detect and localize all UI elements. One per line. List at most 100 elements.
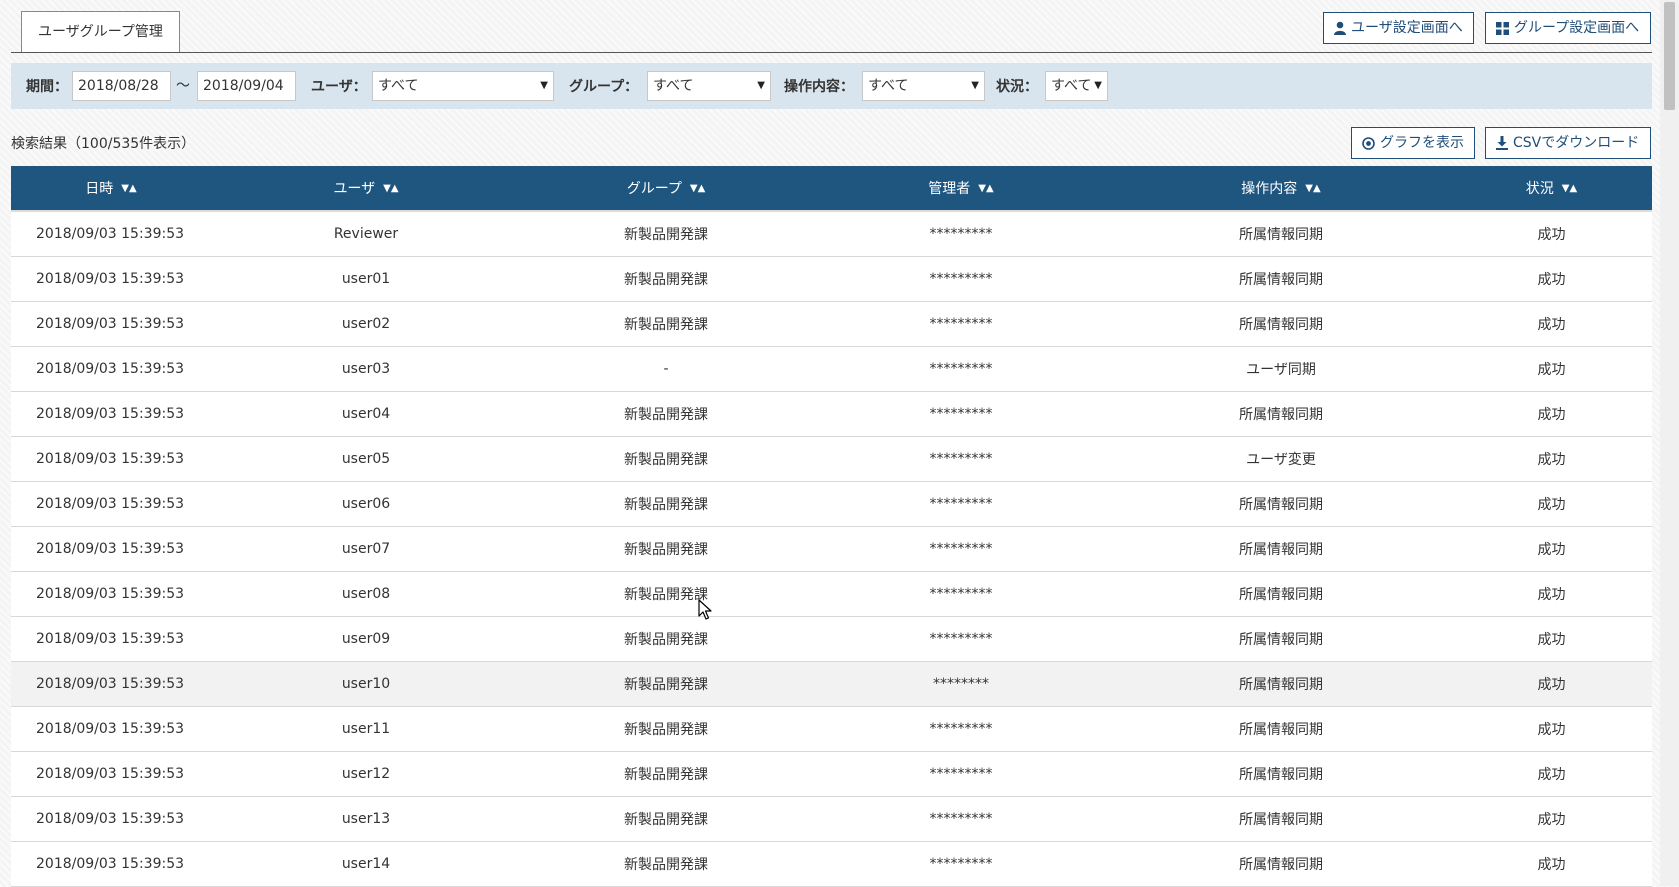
date-to-input[interactable]: 2018/09/04 bbox=[197, 71, 296, 101]
cell-operation: ユーザ変更 bbox=[1246, 452, 1316, 468]
cell-group: 新製品開発課 bbox=[624, 587, 708, 603]
column-header-label: グループ bbox=[626, 181, 682, 197]
cell-user: user11 bbox=[341, 721, 391, 737]
cell-user: user02 bbox=[341, 316, 391, 332]
date-from-input[interactable]: 2018/08/28 bbox=[72, 71, 171, 101]
user-filter-select[interactable]: すべて ▼ bbox=[372, 71, 554, 101]
column-header-label: ユーザ bbox=[333, 181, 376, 197]
cell-operation: 所属情報同期 bbox=[1239, 407, 1323, 423]
sort-icon[interactable]: ▼▲ bbox=[978, 183, 993, 194]
table-row[interactable]: 2018/09/03 15:39:53 user11 新製品開発課 ******… bbox=[11, 707, 1652, 752]
column-header-status[interactable]: 状況 ▼▲ bbox=[1451, 166, 1652, 210]
cell-datetime: 2018/09/03 15:39:53 bbox=[36, 856, 185, 872]
sort-icon[interactable]: ▼▲ bbox=[383, 183, 398, 194]
cell-admin: ********* bbox=[929, 271, 993, 287]
cell-status: 成功 bbox=[1537, 407, 1566, 423]
cell-user: user07 bbox=[341, 541, 391, 557]
cell-operation: 所属情報同期 bbox=[1239, 632, 1323, 648]
table-row[interactable]: 2018/09/03 15:39:53 user05 新製品開発課 ******… bbox=[11, 437, 1652, 482]
cell-operation: 所属情報同期 bbox=[1239, 812, 1323, 828]
cell-operation: 所属情報同期 bbox=[1239, 767, 1323, 783]
table-row[interactable]: 2018/09/03 15:39:53 user07 新製品開発課 ******… bbox=[11, 527, 1652, 572]
tab-user-group-management[interactable]: ユーザグループ管理 bbox=[21, 11, 180, 52]
user-icon bbox=[1334, 21, 1346, 35]
column-header-user[interactable]: ユーザ ▼▲ bbox=[211, 166, 521, 210]
user-filter-value: すべて bbox=[378, 78, 419, 94]
table-row[interactable]: 2018/09/03 15:39:53 user03 - ********* ユ… bbox=[11, 347, 1652, 392]
cell-status: 成功 bbox=[1537, 317, 1566, 333]
sort-icon[interactable]: ▼▲ bbox=[121, 183, 136, 194]
cell-status: 成功 bbox=[1537, 452, 1566, 468]
cell-group: 新製品開発課 bbox=[624, 317, 708, 333]
operation-log-table: 日時 ▼▲ ユーザ ▼▲ グループ ▼▲ 管理者 ▼▲ 操作内容 ▼▲ 状況 ▼… bbox=[11, 166, 1652, 887]
user-settings-button[interactable]: ユーザ設定画面へ bbox=[1323, 12, 1474, 44]
show-graph-button[interactable]: グラフを表示 bbox=[1351, 127, 1475, 159]
cell-admin: ********* bbox=[929, 856, 993, 872]
table-row[interactable]: 2018/09/03 15:39:53 user04 新製品開発課 ******… bbox=[11, 392, 1652, 437]
cell-admin: ********* bbox=[929, 226, 993, 242]
cell-admin: ********* bbox=[929, 766, 993, 782]
table-row[interactable]: 2018/09/03 15:39:53 user06 新製品開発課 ******… bbox=[11, 482, 1652, 527]
cell-group: 新製品開発課 bbox=[624, 407, 708, 423]
user-group-log-page: ユーザグループ管理 ユーザ設定画面へ グループ設定画面へ 期間： 2018/08… bbox=[0, 0, 1660, 887]
column-header-operation[interactable]: 操作内容 ▼▲ bbox=[1111, 166, 1451, 210]
cell-status: 成功 bbox=[1537, 857, 1566, 873]
table-row[interactable]: 2018/09/03 15:39:53 user12 新製品開発課 ******… bbox=[11, 752, 1652, 797]
cell-datetime: 2018/09/03 15:39:53 bbox=[36, 406, 185, 422]
cell-group: 新製品開発課 bbox=[624, 812, 708, 828]
cell-datetime: 2018/09/03 15:39:53 bbox=[36, 316, 185, 332]
column-header-group[interactable]: グループ ▼▲ bbox=[521, 166, 811, 210]
cell-admin: ********* bbox=[929, 586, 993, 602]
operation-filter-select[interactable]: すべて ▼ bbox=[862, 71, 985, 101]
sort-icon[interactable]: ▼▲ bbox=[690, 183, 705, 194]
cell-user: user12 bbox=[341, 766, 391, 782]
table-row[interactable]: 2018/09/03 15:39:53 user14 新製品開発課 ******… bbox=[11, 842, 1652, 887]
cell-datetime: 2018/09/03 15:39:53 bbox=[36, 541, 185, 557]
cell-status: 成功 bbox=[1537, 542, 1566, 558]
group-filter-label: グループ： bbox=[569, 79, 639, 95]
status-filter-label: 状況： bbox=[996, 79, 1038, 95]
status-filter-select[interactable]: すべて ▼ bbox=[1045, 71, 1108, 101]
table-row[interactable]: 2018/09/03 15:39:53 Reviewer 新製品開発課 ****… bbox=[11, 212, 1652, 257]
cell-user: user14 bbox=[341, 856, 391, 872]
cell-group: 新製品開発課 bbox=[624, 227, 708, 243]
vertical-scrollbar[interactable] bbox=[1660, 0, 1679, 886]
column-header-admin[interactable]: 管理者 ▼▲ bbox=[811, 166, 1111, 210]
cell-status: 成功 bbox=[1537, 677, 1566, 693]
cell-admin: ********* bbox=[929, 541, 993, 557]
cell-datetime: 2018/09/03 15:39:53 bbox=[36, 721, 185, 737]
user-filter-label: ユーザ： bbox=[311, 79, 367, 95]
cell-admin: ********* bbox=[929, 721, 993, 737]
group-filter-select[interactable]: すべて ▼ bbox=[647, 71, 771, 101]
cell-admin: ********* bbox=[929, 631, 993, 647]
status-filter-value: すべて bbox=[1051, 78, 1092, 94]
sort-icon[interactable]: ▼▲ bbox=[1305, 183, 1320, 194]
column-header-label: 操作内容 bbox=[1241, 181, 1298, 197]
operation-filter-value: すべて bbox=[868, 78, 909, 94]
cell-user: user13 bbox=[341, 811, 391, 827]
table-row[interactable]: 2018/09/03 15:39:53 user13 新製品開発課 ******… bbox=[11, 797, 1652, 842]
cell-operation: 所属情報同期 bbox=[1239, 587, 1323, 603]
group-settings-button[interactable]: グループ設定画面へ bbox=[1485, 12, 1651, 44]
cell-datetime: 2018/09/03 15:39:53 bbox=[36, 361, 185, 377]
cell-operation: 所属情報同期 bbox=[1239, 497, 1323, 513]
cell-status: 成功 bbox=[1537, 227, 1566, 243]
sort-icon[interactable]: ▼▲ bbox=[1562, 183, 1577, 194]
scrollbar-thumb[interactable] bbox=[1664, 2, 1675, 110]
cell-datetime: 2018/09/03 15:39:53 bbox=[36, 586, 185, 602]
cell-user: user09 bbox=[341, 631, 391, 647]
show-graph-label: グラフを表示 bbox=[1380, 135, 1464, 151]
cell-user: user08 bbox=[341, 586, 391, 602]
csv-download-button[interactable]: CSVでダウンロード bbox=[1485, 127, 1651, 159]
table-row[interactable]: 2018/09/03 15:39:53 user10 新製品開発課 ******… bbox=[11, 662, 1652, 707]
column-header-datetime[interactable]: 日時 ▼▲ bbox=[11, 166, 211, 210]
table-row[interactable]: 2018/09/03 15:39:53 user09 新製品開発課 ******… bbox=[11, 617, 1652, 662]
column-header-label: 日時 bbox=[85, 181, 114, 197]
table-row[interactable]: 2018/09/03 15:39:53 user02 新製品開発課 ******… bbox=[11, 302, 1652, 347]
cell-admin: ********* bbox=[929, 361, 993, 377]
table-row[interactable]: 2018/09/03 15:39:53 user08 新製品開発課 ******… bbox=[11, 572, 1652, 617]
cell-datetime: 2018/09/03 15:39:53 bbox=[36, 676, 185, 692]
cell-datetime: 2018/09/03 15:39:53 bbox=[36, 496, 185, 512]
table-row[interactable]: 2018/09/03 15:39:53 user01 新製品開発課 ******… bbox=[11, 257, 1652, 302]
cell-datetime: 2018/09/03 15:39:53 bbox=[36, 631, 185, 647]
